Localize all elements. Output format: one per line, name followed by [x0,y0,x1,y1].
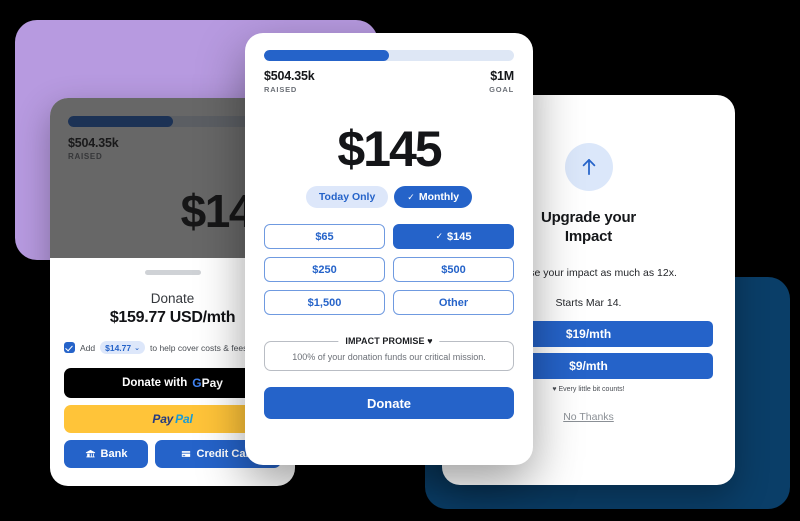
google-pay-label: Donate with [122,377,188,389]
amount-option-65[interactable]: $65 [264,224,385,249]
progress-stats: $504.35k RAISED $1M GOAL [264,69,514,94]
donate-button[interactable]: Donate [264,387,514,419]
amount-option-250-label: $250 [312,263,337,276]
progress-bar-track-center [264,50,514,61]
donation-card-center: $504.35k RAISED $1M GOAL $145 Today Only… [245,33,533,465]
arrow-up-icon-circle [564,143,613,191]
no-thanks-link[interactable]: No Thanks [563,411,614,423]
cover-fees-checkbox[interactable] [64,342,75,353]
bank-icon [85,449,95,458]
frequency-monthly[interactable]: ✓ Monthly [394,186,473,208]
amount-option-250[interactable]: $250 [264,257,385,282]
raised-label-center: RAISED [264,85,298,94]
google-pay-icon: GPay [192,376,223,390]
paypal-icon-pal: Pal [175,412,193,426]
cover-fees-tail-text: to help cover costs & fees [150,342,248,353]
chevron-down-icon: ⌄ [134,344,140,352]
arrow-up-icon [582,159,595,175]
bank-label: Bank [100,448,128,460]
cover-fees-amount: $14.77 [105,342,132,353]
amount-option-other[interactable]: Other [393,290,514,315]
frequency-today-only-label: Today Only [318,191,376,203]
impact-promise-box: IMPACT PROMISE ♥ 100% of your donation f… [264,336,514,371]
frequency-toggle: Today Only ✓ Monthly [264,186,514,208]
center-card-body: $504.35k RAISED $1M GOAL $145 Today Only… [245,33,533,419]
impact-promise-text: 100% of your donation funds our critical… [292,352,486,362]
bank-button[interactable]: Bank [64,440,148,468]
amount-option-other-label: Other [438,296,469,309]
cover-fees-amount-select[interactable]: $14.77 ⌄ [100,341,145,354]
credit-card-icon [181,451,190,457]
progress-bar-fill-center [264,50,389,61]
amount-options-grid: $65 ✓ $145 $250 $500 $1,500 Other [264,224,514,315]
frequency-today-only[interactable]: Today Only [305,186,389,208]
raised-amount-center: $504.35k [264,69,315,83]
goal-amount: $1M [490,69,514,83]
check-icon: ✓ [435,231,444,241]
paypal-icon-pay: Pay [152,412,174,426]
raised-block: $504.35k RAISED [264,69,315,94]
goal-block: $1M GOAL [489,69,514,94]
composition-stage: $504.35k RAISED $145 Donate $159.77 USD/… [0,0,800,521]
amount-option-145-label: $145 [447,230,472,243]
amount-option-1500[interactable]: $1,500 [264,290,385,315]
amount-option-65-label: $65 [315,230,334,243]
cover-fees-add-label: Add [80,342,96,353]
amount-option-145[interactable]: ✓ $145 [393,224,514,249]
amount-option-1500-label: $1,500 [307,296,342,309]
amount-option-500[interactable]: $500 [393,257,514,282]
selected-amount-display-center: $145 [337,121,442,177]
frequency-monthly-label: Monthly [418,191,460,203]
check-icon: ✓ [407,191,415,202]
amount-option-500-label: $500 [441,263,466,276]
impact-promise-legend: IMPACT PROMISE ♥ [338,336,440,346]
goal-label: GOAL [489,85,514,94]
